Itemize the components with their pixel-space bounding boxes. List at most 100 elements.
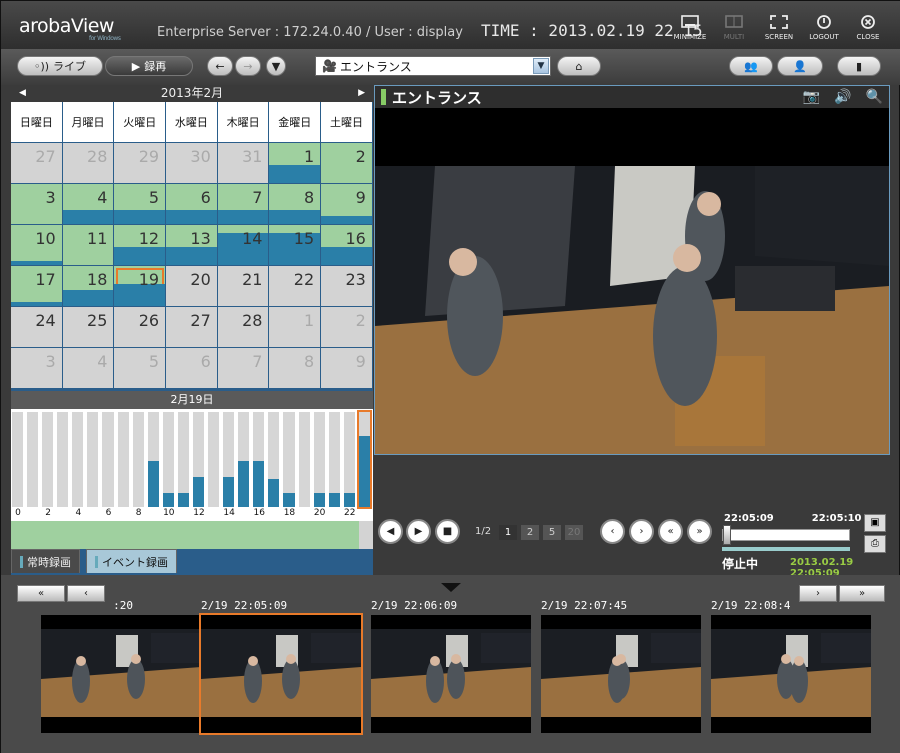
- users-button[interactable]: 👥: [729, 56, 773, 76]
- panel-button[interactable]: ▮: [837, 56, 881, 76]
- prev-frame-button[interactable]: ◀: [378, 519, 403, 544]
- prev-month-button[interactable]: ◀: [19, 85, 26, 102]
- seek-slider[interactable]: [722, 525, 850, 545]
- page-1[interactable]: 1: [499, 525, 517, 540]
- calendar-day[interactable]: 9: [321, 184, 373, 225]
- multi-button[interactable]: MULTI: [713, 15, 755, 41]
- calendar-day[interactable]: 12: [114, 225, 167, 266]
- rewind-button[interactable]: «: [658, 519, 683, 544]
- history-dropdown[interactable]: ▼: [266, 56, 286, 76]
- fast-forward-button[interactable]: »: [687, 519, 712, 544]
- hour-column[interactable]: [208, 412, 220, 507]
- thumbnail-image[interactable]: [541, 615, 701, 733]
- calendar-day[interactable]: 1: [269, 307, 322, 348]
- calendar-day[interactable]: 4: [62, 348, 115, 389]
- calendar-day[interactable]: 30: [166, 143, 218, 184]
- calendar-day[interactable]: 2: [321, 307, 373, 348]
- calendar-day[interactable]: 10: [11, 225, 63, 266]
- hour-column[interactable]: [72, 412, 84, 507]
- thumbnail-image[interactable]: [199, 613, 363, 735]
- calendar-day[interactable]: 27: [166, 307, 218, 348]
- calendar-day[interactable]: 9: [321, 348, 373, 389]
- thumbnail-item[interactable]: 2/19 22:05:09: [199, 599, 363, 735]
- calendar-day[interactable]: 23: [321, 266, 373, 307]
- hour-column[interactable]: [102, 412, 114, 507]
- back-button[interactable]: ←: [207, 56, 233, 76]
- calendar-day[interactable]: 7: [217, 348, 270, 389]
- user-button[interactable]: 👤: [777, 56, 823, 76]
- calendar-day[interactable]: 3: [11, 184, 63, 225]
- calendar-day[interactable]: 1: [269, 143, 322, 184]
- calendar-day[interactable]: 6: [166, 348, 218, 389]
- thumbnail-item[interactable]: 2/19 22:06:09: [371, 599, 531, 733]
- camera-select[interactable]: 🎥 エントランス ▼: [315, 56, 551, 76]
- playback-mode-button[interactable]: ▶ 録再: [105, 56, 193, 76]
- calendar-day[interactable]: 24: [11, 307, 63, 348]
- calendar-day[interactable]: 4: [62, 184, 115, 225]
- thumbnail-item[interactable]: :20: [41, 599, 201, 733]
- live-button[interactable]: ◦)) ライブ: [17, 56, 103, 76]
- calendar-day[interactable]: 3: [11, 348, 63, 389]
- calendar-day[interactable]: 26: [114, 307, 167, 348]
- next-month-button[interactable]: ▶: [358, 85, 365, 102]
- print-button[interactable]: ⎙: [864, 535, 886, 553]
- prev-event-button[interactable]: ‹: [600, 519, 625, 544]
- stop-button[interactable]: ■: [435, 519, 460, 544]
- page-20[interactable]: 20: [565, 525, 583, 540]
- tab-continuous[interactable]: 常時録画: [11, 549, 80, 573]
- hour-column[interactable]: [27, 412, 39, 507]
- hour-column[interactable]: [42, 412, 54, 507]
- calendar-day[interactable]: 7: [217, 184, 270, 225]
- calendar-day[interactable]: 8: [269, 184, 322, 225]
- hour-column[interactable]: [12, 412, 24, 507]
- zoom-icon[interactable]: 🔍: [866, 89, 883, 105]
- calendar-day[interactable]: 22: [269, 266, 322, 307]
- screen-button[interactable]: SCREEN: [758, 15, 800, 41]
- hourly-track[interactable]: [11, 521, 373, 549]
- calendar-day[interactable]: 25: [62, 307, 115, 348]
- calendar-day[interactable]: 6: [166, 184, 218, 225]
- calendar-day[interactable]: 2: [321, 143, 373, 184]
- calendar-day[interactable]: 29: [114, 143, 167, 184]
- page-2[interactable]: 2: [521, 525, 539, 540]
- hour-column[interactable]: [117, 412, 129, 507]
- calendar-day[interactable]: 15: [269, 225, 322, 266]
- thumbnail-image[interactable]: [711, 615, 871, 733]
- logout-button[interactable]: LOGOUT: [803, 15, 845, 41]
- next-event-button[interactable]: ›: [629, 519, 654, 544]
- calendar-day[interactable]: 31: [217, 143, 270, 184]
- calendar-day[interactable]: 11: [62, 225, 115, 266]
- calendar-day[interactable]: 27: [11, 143, 63, 184]
- thumbnail-item[interactable]: 2/19 22:08:4: [711, 599, 871, 733]
- page-5[interactable]: 5: [543, 525, 561, 540]
- thumbnail-image[interactable]: [41, 615, 201, 733]
- hour-column[interactable]: [132, 412, 144, 507]
- minimize-button[interactable]: MINIMIZE: [669, 15, 711, 41]
- tab-event[interactable]: イベント録画: [86, 549, 177, 573]
- fit-button[interactable]: ▣: [864, 514, 886, 532]
- calendar-day[interactable]: 28: [62, 143, 115, 184]
- close-button[interactable]: CLOSE: [847, 15, 889, 41]
- calendar-day[interactable]: 8: [269, 348, 322, 389]
- snapshot-icon[interactable]: 📷: [803, 89, 820, 105]
- hour-column[interactable]: [87, 412, 99, 507]
- calendar-day[interactable]: 5: [114, 184, 167, 225]
- play-button[interactable]: ▶: [406, 519, 431, 544]
- thumbnail-image[interactable]: [371, 615, 531, 733]
- hour-column[interactable]: [57, 412, 69, 507]
- calendar-day[interactable]: 17: [11, 266, 63, 307]
- home-button[interactable]: ⌂: [557, 56, 601, 76]
- calendar-day[interactable]: 16: [321, 225, 373, 266]
- calendar-day[interactable]: 5: [114, 348, 167, 389]
- calendar-day[interactable]: 21: [217, 266, 270, 307]
- seek-handle[interactable]: [723, 525, 731, 545]
- forward-button[interactable]: →: [235, 56, 261, 76]
- calendar-day[interactable]: 20: [166, 266, 218, 307]
- calendar-day[interactable]: 18: [62, 266, 115, 307]
- calendar-day[interactable]: 14: [217, 225, 270, 266]
- calendar-day[interactable]: 13: [166, 225, 218, 266]
- calendar-day[interactable]: 19: [114, 266, 167, 307]
- camera-image[interactable]: [375, 166, 889, 454]
- speaker-icon[interactable]: 🔊: [834, 89, 851, 105]
- calendar-day[interactable]: 28: [217, 307, 270, 348]
